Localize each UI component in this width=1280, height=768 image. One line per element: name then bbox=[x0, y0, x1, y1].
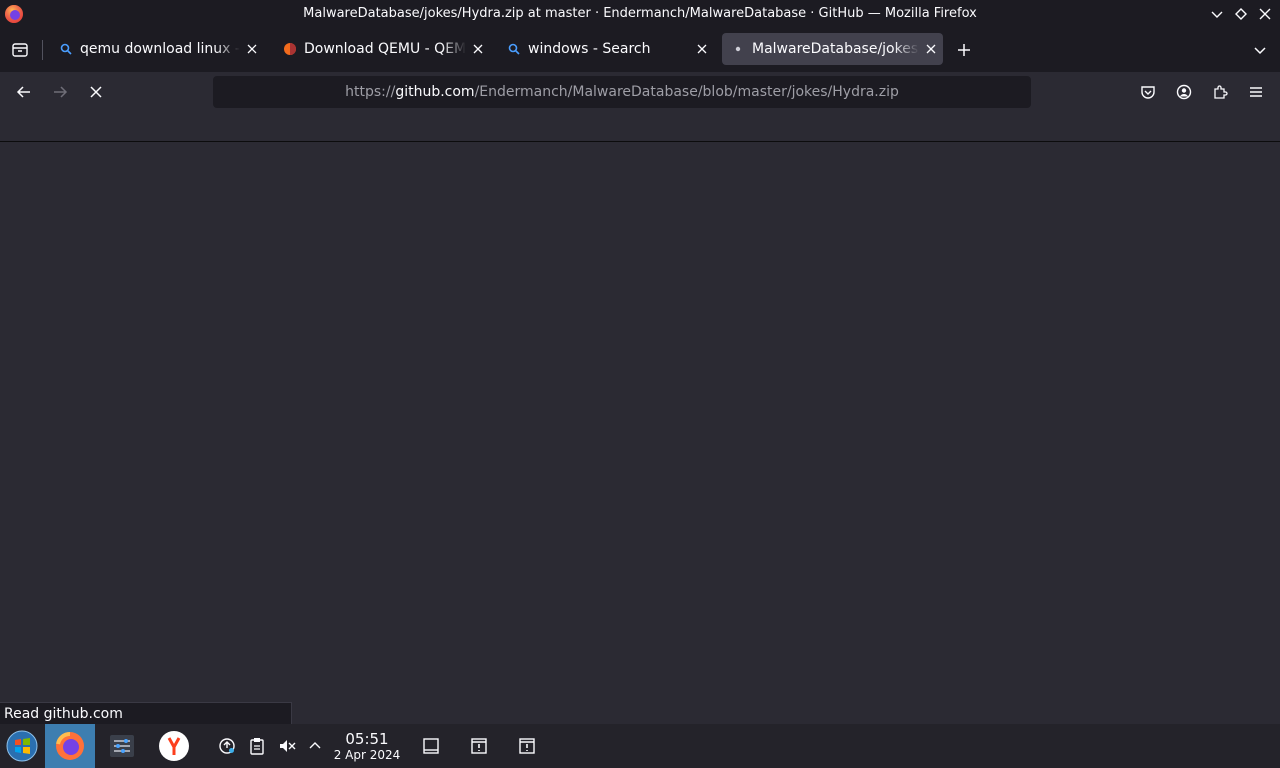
page-content bbox=[0, 142, 1280, 702]
url-path: /Endermanch/MalwareDatabase/blob/master/… bbox=[474, 84, 899, 100]
close-window-icon[interactable] bbox=[1257, 6, 1273, 22]
tab-close-icon[interactable] bbox=[240, 37, 264, 61]
tray-notification-2[interactable] bbox=[516, 724, 538, 768]
tab-label: qemu download linux - S bbox=[80, 41, 240, 57]
start-menu-button[interactable] bbox=[0, 724, 44, 768]
warning-window-icon bbox=[519, 738, 535, 754]
status-panel: Read github.com bbox=[0, 702, 292, 724]
navigation-toolbar: https://github.com/Endermanch/MalwareDat… bbox=[0, 72, 1280, 112]
minimize-icon[interactable] bbox=[1209, 6, 1225, 22]
chevron-down-icon bbox=[1254, 47, 1266, 55]
tab-label: windows - Search bbox=[528, 41, 651, 57]
app-menu-button[interactable] bbox=[1244, 80, 1268, 104]
arrow-left-icon bbox=[16, 86, 30, 98]
puzzle-piece-icon bbox=[1214, 85, 1228, 99]
arrow-right-icon bbox=[54, 86, 68, 98]
search-icon bbox=[506, 41, 522, 57]
qemu-favicon bbox=[282, 41, 298, 57]
firefox-icon bbox=[56, 731, 84, 760]
desktop-icon bbox=[423, 738, 439, 754]
tab-close-icon[interactable] bbox=[466, 37, 490, 61]
url-host: github.com bbox=[395, 84, 475, 100]
tab-label: Download QEMU - QEMU bbox=[304, 41, 466, 57]
tab-download-qemu[interactable]: Download QEMU - QEMU bbox=[274, 33, 490, 65]
maximize-icon[interactable] bbox=[1233, 6, 1249, 22]
account-icon bbox=[1176, 84, 1192, 100]
clipboard-icon bbox=[250, 738, 264, 755]
update-icon bbox=[219, 738, 235, 754]
account-button[interactable] bbox=[1172, 80, 1196, 104]
tab-close-icon[interactable] bbox=[919, 37, 943, 61]
new-tab-button[interactable] bbox=[952, 38, 976, 62]
tray-volume[interactable] bbox=[276, 724, 298, 768]
taskbar-firefox[interactable] bbox=[45, 724, 95, 768]
start-orb-icon bbox=[6, 730, 38, 762]
forward-button[interactable] bbox=[48, 80, 72, 104]
tab-malwaredatabase-hydra[interactable]: MalwareDatabase/jokes/Hydra.zip bbox=[722, 33, 943, 65]
search-icon bbox=[58, 41, 74, 57]
tab-close-icon[interactable] bbox=[690, 37, 714, 61]
tab-qemu-download-linux[interactable]: qemu download linux - S bbox=[50, 33, 264, 65]
bookmarks-toolbar bbox=[0, 112, 1280, 142]
plus-icon bbox=[958, 44, 970, 56]
clock-time: 05:51 bbox=[345, 730, 389, 748]
list-all-tabs-button[interactable] bbox=[1248, 38, 1272, 62]
yandex-icon bbox=[159, 731, 189, 761]
loading-dot-icon bbox=[730, 41, 746, 57]
extensions-button[interactable] bbox=[1208, 80, 1232, 104]
chevron-up-icon bbox=[309, 742, 321, 749]
pocket-icon bbox=[1141, 86, 1155, 99]
tray-updates[interactable] bbox=[216, 724, 238, 768]
hamburger-menu-icon bbox=[1250, 87, 1262, 97]
taskbar-settings-app[interactable] bbox=[100, 724, 144, 768]
url-bar[interactable]: https://github.com/Endermanch/MalwareDat… bbox=[213, 76, 1031, 108]
control-panel-icon bbox=[110, 735, 134, 757]
window-title: MalwareDatabase/jokes/Hydra.zip at maste… bbox=[303, 6, 977, 21]
tab-windows-search[interactable]: windows - Search bbox=[498, 33, 714, 65]
clock-date: 2 Apr 2024 bbox=[333, 748, 401, 762]
close-icon bbox=[90, 86, 102, 98]
tray-expand-button[interactable] bbox=[304, 724, 326, 768]
tray-notification-1[interactable] bbox=[468, 724, 490, 768]
url-scheme: https:// bbox=[345, 84, 396, 100]
tab-bar: qemu download linux - S Download QEMU - … bbox=[0, 28, 1280, 72]
back-button[interactable] bbox=[12, 80, 36, 104]
digital-clock[interactable]: 05:51 2 Apr 2024 bbox=[330, 730, 404, 762]
taskbar-yandex-browser[interactable] bbox=[152, 724, 196, 768]
tab-separator bbox=[42, 40, 43, 60]
taskbar: 05:51 2 Apr 2024 bbox=[0, 724, 1280, 768]
firefox-view-button[interactable] bbox=[8, 38, 32, 62]
tab-label: MalwareDatabase/jokes/Hydra.zip bbox=[752, 41, 919, 57]
pocket-button[interactable] bbox=[1136, 80, 1160, 104]
window-titlebar: MalwareDatabase/jokes/Hydra.zip at maste… bbox=[0, 0, 1280, 28]
volume-muted-icon bbox=[280, 740, 296, 752]
stop-loading-button[interactable] bbox=[84, 80, 108, 104]
warning-window-icon bbox=[471, 738, 487, 754]
tray-clipboard[interactable] bbox=[246, 724, 268, 768]
show-desktop-button[interactable] bbox=[420, 724, 442, 768]
firefox-view-icon bbox=[12, 43, 28, 57]
